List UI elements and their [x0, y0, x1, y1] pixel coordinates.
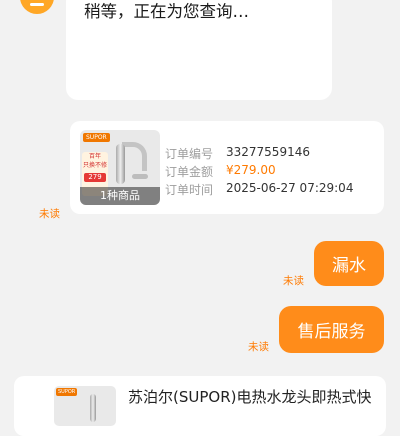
order-time-row: 订单时间 2025-06-27 07:29:04 — [165, 181, 353, 198]
order-amount-label: 订单金额 — [165, 165, 214, 179]
order-card[interactable]: SUPOR 百年 只换不修 279 1种商品 订单编号 33277559146 … — [70, 121, 384, 214]
outgoing-message-text: 漏水 — [332, 256, 366, 276]
order-number-label: 订单编号 — [165, 147, 214, 161]
order-card-read-status: 未读 — [39, 208, 60, 220]
order-number-row: 订单编号 33277559146 — [165, 145, 310, 162]
faucet-body-icon — [90, 394, 96, 422]
outgoing-message-text: 售后服务 — [297, 322, 366, 342]
promo-price: 279 — [84, 173, 106, 182]
brand-badge: SUPOR — [56, 388, 78, 396]
item-count-label: 1种商品 — [80, 187, 160, 205]
order-number-value: 33277559146 — [226, 145, 310, 159]
faucet-body-icon — [116, 144, 125, 184]
faucet-spout-icon — [122, 142, 147, 171]
avatar-mouth-icon — [30, 2, 44, 6]
order-product-thumbnail[interactable]: SUPOR 百年 只换不修 279 1种商品 — [80, 130, 160, 205]
order-time-value: 2025-06-27 07:29:04 — [226, 181, 354, 195]
outgoing-message-bubble[interactable]: 售后服务 — [279, 306, 384, 353]
product-card[interactable]: SUPOR 苏泊尔(SUPOR)电热水龙头即热式快 — [14, 376, 386, 436]
outgoing-message-read-status: 未读 — [248, 341, 269, 353]
outgoing-message-read-status: 未读 — [283, 275, 304, 287]
outgoing-message-bubble[interactable]: 漏水 — [314, 241, 384, 286]
agent-avatar[interactable] — [20, 0, 54, 14]
order-time-label: 订单时间 — [165, 183, 214, 197]
promo-line-1: 百年 — [88, 153, 101, 160]
brand-badge: SUPOR — [83, 133, 110, 142]
agent-message-text: 稍等，正在为您查询… — [84, 2, 249, 21]
product-thumbnail[interactable]: SUPOR — [54, 386, 116, 426]
promo-line-2: 只换不修 — [82, 162, 107, 169]
faucet-lever-icon — [132, 174, 148, 179]
product-title[interactable]: 苏泊尔(SUPOR)电热水龙头即热式快 — [128, 386, 371, 407]
agent-message-bubble: 稍等，正在为您查询… — [66, 0, 332, 100]
order-amount-row: 订单金额 ¥279.00 — [165, 163, 276, 180]
order-amount-value: ¥279.00 — [226, 163, 276, 177]
